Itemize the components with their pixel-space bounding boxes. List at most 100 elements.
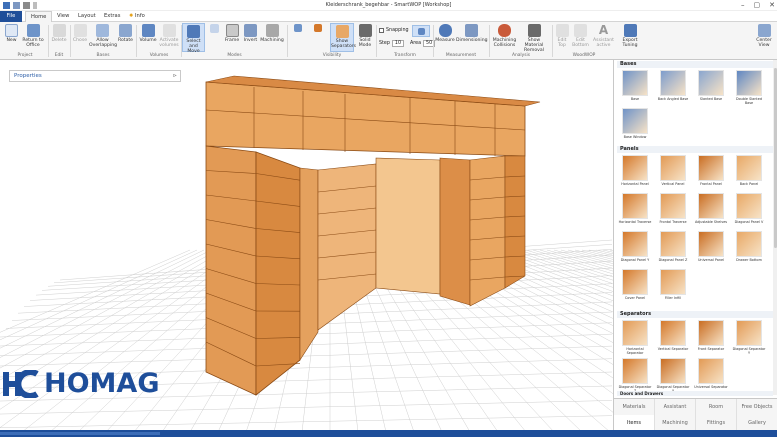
mode-small-button[interactable] xyxy=(207,23,221,34)
catalog-tile[interactable]: Diagonal Separator X xyxy=(656,358,690,393)
delete-button[interactable]: Delete xyxy=(50,23,68,43)
catalog-tile[interactable]: Horizontal Separator xyxy=(618,320,652,355)
maximize-button[interactable]: ▢ xyxy=(754,0,761,11)
machining-collisions-button[interactable]: Machining Collisions xyxy=(491,23,518,48)
volume-button[interactable]: Volume xyxy=(138,23,158,43)
catalog-bottom-tabs: Materials Assistant Room Free Objects It… xyxy=(614,398,777,431)
catalog-tile[interactable]: Back Panel xyxy=(732,155,766,186)
catalog-tile[interactable]: Vertical Panel xyxy=(656,155,690,186)
tab-home[interactable]: Home xyxy=(25,11,53,22)
catalog-tile[interactable]: Slanted Base xyxy=(694,70,728,101)
select-move-button[interactable]: Select and Move xyxy=(182,23,205,54)
center-view-button[interactable]: Center View xyxy=(753,23,775,48)
catalog-tile[interactable]: Drawer Bottom xyxy=(732,231,766,262)
catalog-tile[interactable]: Diagonal Panel V xyxy=(732,193,766,224)
tab-info[interactable]: ✹ Info xyxy=(126,11,150,22)
area-field: Area 50 xyxy=(410,40,436,47)
tab-file[interactable]: File xyxy=(0,11,22,22)
visibility-toggle-1[interactable] xyxy=(292,23,304,33)
tab-layout[interactable]: Layout xyxy=(73,11,101,22)
export-tuning-button[interactable]: Export Tuning xyxy=(617,23,643,48)
invert-button[interactable]: Invert xyxy=(242,23,259,43)
catalog-tile[interactable]: Back Angled Base xyxy=(656,70,690,101)
frame-icon xyxy=(225,24,239,37)
catalog-tile[interactable]: Diagonal Separator Z xyxy=(618,358,652,393)
return-office-button[interactable]: Return to Office xyxy=(21,23,45,48)
machining-button[interactable]: Machining xyxy=(259,23,285,43)
catalog-tile[interactable]: Diagonal Panel Z xyxy=(656,231,690,262)
catalog-tile[interactable]: Universal Panel xyxy=(694,231,728,262)
edit-bottom-button[interactable]: Edit Bottom xyxy=(571,23,590,48)
tab-assistant[interactable]: Assistant xyxy=(655,399,696,415)
homag-logo: HOMAG xyxy=(3,367,159,401)
catalog-tile[interactable]: Adjustable Shelves xyxy=(694,193,728,224)
catalog-tile[interactable]: Horizontal Panel xyxy=(618,155,652,186)
tile-thumbnail-icon xyxy=(698,231,724,257)
section-doors[interactable]: Doors and Drawers xyxy=(617,391,773,396)
minimize-button[interactable]: – xyxy=(741,0,745,11)
tile-label: Cover Panel xyxy=(624,296,646,300)
properties-panel[interactable]: Properties ⊳ xyxy=(9,70,181,82)
catalog-tile[interactable]: Universal Separator xyxy=(694,358,728,389)
volume-label: Volume xyxy=(139,38,157,43)
status-bar xyxy=(0,430,777,437)
show-material-removal-button[interactable]: Show Material Removal xyxy=(519,23,549,53)
tab-room[interactable]: Room xyxy=(696,399,737,415)
edit-top-button[interactable]: Edit Top xyxy=(554,23,570,48)
step-input[interactable]: 10 xyxy=(391,40,404,47)
section-separators[interactable]: Separators xyxy=(617,311,773,318)
wardrobe-model[interactable] xyxy=(205,75,541,396)
tab-fittings[interactable]: Fittings xyxy=(696,415,737,431)
tab-extras[interactable]: Extras xyxy=(99,11,125,22)
tile-thumbnail-icon xyxy=(698,155,724,181)
tab-gallery[interactable]: Gallery xyxy=(737,415,777,431)
tile-thumbnail-icon xyxy=(698,320,724,346)
tile-thumbnail-icon xyxy=(736,70,762,96)
tile-label: Frontal Panel xyxy=(700,182,722,186)
frame-button[interactable]: Frame xyxy=(222,23,242,43)
catalog-tile[interactable]: Frontal Panel xyxy=(694,155,728,186)
catalog-tile[interactable]: Front Separator xyxy=(694,320,728,351)
catalog-tile[interactable]: Horizontal Traverse xyxy=(618,193,652,224)
frame-label: Frame xyxy=(224,38,240,43)
catalog-tile[interactable]: Cover Panel xyxy=(618,269,652,300)
catalog-tile[interactable]: Vertical Separator xyxy=(656,320,690,351)
app-window: Kleiderschrank_begehbar - SmartWOP [Work… xyxy=(0,0,777,437)
snapping-checkbox[interactable]: Snapping xyxy=(379,28,409,33)
catalog-tile[interactable]: Filler Infill xyxy=(656,269,690,300)
return-icon xyxy=(26,24,40,37)
new-file-icon xyxy=(5,24,18,37)
allow-overlapping-button[interactable]: Allow Overlapping xyxy=(89,23,117,48)
window-title: Kleiderschrank_begehbar - SmartWOP [Work… xyxy=(325,2,452,8)
catalog-tile[interactable]: Base Window xyxy=(618,108,652,139)
chose-button[interactable]: Chose xyxy=(72,23,88,43)
tab-materials[interactable]: Materials xyxy=(614,399,655,415)
snapping-mode-button[interactable] xyxy=(412,25,430,37)
pin-icon[interactable]: ⊳ xyxy=(173,71,177,82)
tab-items[interactable]: Items xyxy=(614,415,655,431)
dimensioning-button[interactable]: Dimensioning xyxy=(456,23,488,43)
solid-mode-button[interactable]: Solid Mode xyxy=(355,23,375,48)
measure-button[interactable]: Measure xyxy=(435,23,455,43)
close-button[interactable]: ✕ xyxy=(769,0,775,11)
tab-view[interactable]: View xyxy=(52,11,74,22)
assistant-active-button[interactable]: A Assistant active xyxy=(591,23,616,49)
tile-label: Diagonal Panel V xyxy=(734,220,764,224)
section-bases[interactable]: Bases xyxy=(617,61,773,68)
catalog-scrollbar[interactable] xyxy=(773,60,777,395)
activate-volumes-button[interactable]: Activate volumes xyxy=(158,23,180,48)
catalog-tile[interactable]: Base xyxy=(618,70,652,101)
catalog-tile[interactable]: Diagonal Separator Y xyxy=(732,320,766,355)
show-separators-button[interactable]: Show Separators xyxy=(330,23,356,52)
new-button[interactable]: New xyxy=(3,23,20,43)
tab-free-objects[interactable]: Free Objects xyxy=(737,399,777,415)
group-transform: Transform xyxy=(394,53,416,58)
visibility-toggle-2[interactable] xyxy=(312,23,324,33)
catalog-tile[interactable]: Double Slanted Base xyxy=(732,70,766,105)
catalog-tile[interactable]: Frontal Traverse xyxy=(656,193,690,224)
catalog-tile[interactable]: Diagonal Panel Y xyxy=(618,231,652,262)
section-panels[interactable]: Panels xyxy=(617,146,773,153)
tile-thumbnail-icon xyxy=(660,358,686,384)
tab-machining[interactable]: Machining xyxy=(655,415,696,431)
rotate-button[interactable]: Rotate xyxy=(117,23,134,43)
